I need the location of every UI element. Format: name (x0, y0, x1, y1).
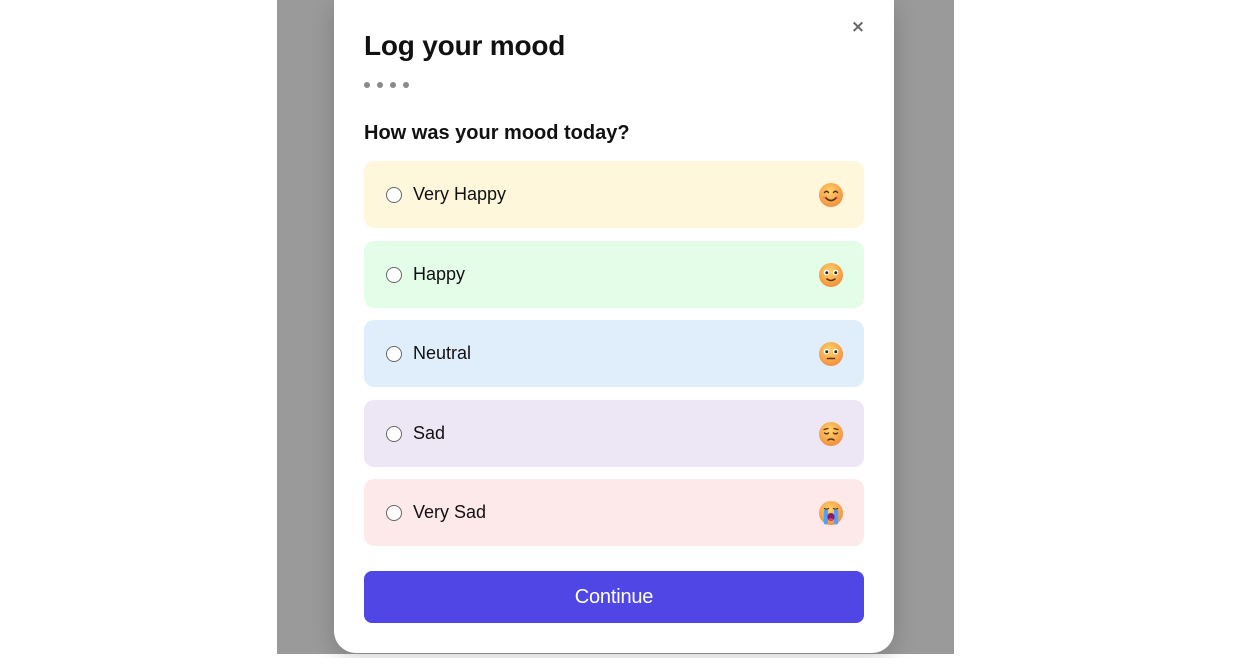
modal-title: Log your mood (364, 30, 566, 61)
option-label: Very Happy (413, 184, 507, 204)
radio-very-happy[interactable] (386, 186, 402, 203)
smiling-face-icon (819, 182, 843, 207)
step-dot (377, 82, 383, 88)
mood-question: How was your mood today? (364, 122, 630, 144)
mood-option-happy[interactable]: Happy (364, 241, 864, 308)
radio-sad[interactable] (386, 425, 402, 442)
continue-button[interactable]: Continue (364, 571, 864, 623)
slightly-smiling-face-icon (819, 262, 843, 287)
step-indicator (364, 82, 409, 88)
neutral-face-icon (819, 341, 843, 366)
mood-option-very-sad[interactable]: Very Sad (364, 479, 864, 546)
step-dot (403, 82, 409, 88)
radio-very-sad[interactable] (386, 504, 402, 521)
mood-option-very-happy[interactable]: Very Happy (364, 161, 864, 228)
option-label: Happy (413, 264, 466, 284)
mood-option-neutral[interactable]: Neutral (364, 320, 864, 387)
step-dot (390, 82, 396, 88)
option-label: Very Sad (413, 502, 487, 522)
radio-happy[interactable] (386, 266, 402, 283)
option-label: Sad (413, 423, 446, 443)
step-dot (364, 82, 370, 88)
close-icon: × (850, 17, 866, 37)
pensive-face-icon (819, 421, 843, 446)
radio-neutral[interactable] (386, 345, 402, 362)
mood-option-sad[interactable]: Sad (364, 400, 864, 467)
option-label: Neutral (413, 343, 472, 363)
close-button[interactable]: × (847, 16, 869, 38)
crying-face-icon (819, 500, 843, 525)
